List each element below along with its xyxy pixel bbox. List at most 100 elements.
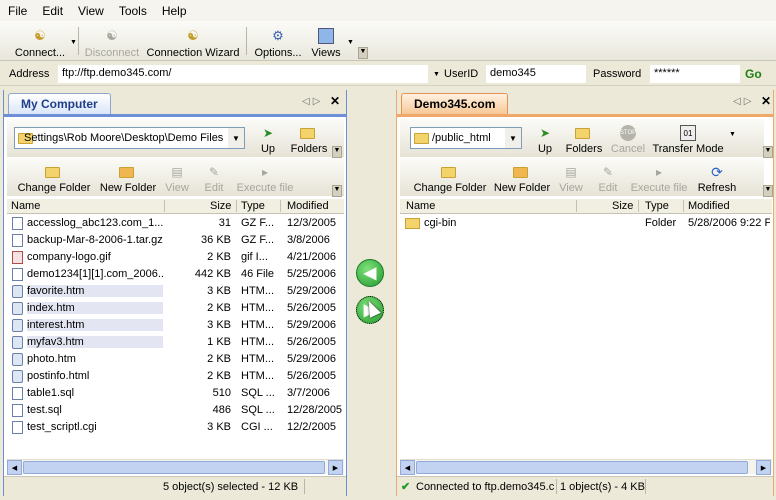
password-label: Password (593, 68, 642, 80)
local-hscrollbar[interactable]: ◀ ▶ (7, 459, 344, 475)
download-arrow-button[interactable]: ◀ (356, 259, 384, 287)
file-row[interactable]: interest.htm 3 KB HTM... 5/29/2006 (7, 317, 344, 334)
scroll-right-icon[interactable]: ▶ (756, 460, 771, 475)
file-type: HTM... (241, 302, 274, 314)
tab-my-computer[interactable]: My Computer (8, 93, 111, 114)
file-row[interactable]: postinfo.html 2 KB HTM... 5/26/2005 (7, 368, 344, 385)
menu-file[interactable]: File (0, 4, 34, 18)
remote-status-bar: ✔ Connected to ftp.demo345.c 1 object(s)… (397, 476, 773, 496)
local-change-folder-button[interactable]: Change Folder (17, 160, 91, 194)
file-row[interactable]: myfav3.htm 1 KB HTM... 5/26/2005 (7, 334, 344, 351)
remote-path-combo[interactable]: /public_html ▼ (410, 127, 522, 149)
options-button[interactable]: ⚙ Options... (252, 23, 304, 59)
local-edit-button[interactable]: ✎ Edit (203, 160, 225, 194)
local-new-folder-button[interactable]: New Folder (99, 160, 157, 194)
new-folder-icon (119, 164, 136, 180)
file-icon (12, 234, 23, 247)
file-row[interactable]: test.sql 486 SQL ... 12/28/2005 (7, 402, 344, 419)
html-file-icon (12, 285, 23, 298)
nav-overflow-icon[interactable]: ▼ (763, 146, 773, 158)
local-execute-button[interactable]: ▸ Execute file (235, 160, 295, 194)
menu-view[interactable]: View (70, 4, 111, 18)
file-row[interactable]: test_scriptl.cgi 3 KB CGI ... 12/2/2005 (7, 419, 344, 436)
execute-icon: ▸ (261, 165, 269, 179)
scroll-left-icon[interactable]: ◀ (7, 460, 22, 475)
disconnect-button[interactable]: ☯ Disconnect (84, 23, 140, 59)
tab-demo345[interactable]: Demo345.com (401, 93, 509, 114)
close-icon[interactable]: ✕ (330, 94, 340, 108)
remote-new-folder-button[interactable]: New Folder (493, 160, 551, 194)
remote-up-button[interactable]: ➤ Up (532, 121, 558, 155)
scroll-right-icon[interactable]: ▶ (328, 460, 343, 475)
file-size: 510 (212, 387, 231, 399)
remote-view-button[interactable]: ▤ View (559, 160, 583, 194)
file-row[interactable]: backup-Mar-8-2006-1.tar.gz 36 KB GZ F... 3/… (7, 232, 344, 249)
change-folder-icon (441, 164, 458, 180)
file-row[interactable]: cgi-bin Folder 5/28/2006 9:22 F (400, 215, 772, 232)
column-modified[interactable]: Modified (287, 200, 329, 212)
toolbar-overflow-icon[interactable]: ▼ (358, 47, 368, 59)
local-folders-button[interactable]: Folders (289, 121, 329, 155)
checkmark-icon: ✔ (401, 481, 411, 493)
folders-icon (300, 125, 317, 141)
file-type: HTM... (241, 285, 274, 297)
column-modified[interactable]: Modified (688, 200, 730, 212)
file-row[interactable]: table1.sql 510 SQL ... 3/7/2006 (7, 385, 344, 402)
file-size: 3 KB (207, 421, 231, 433)
file-row[interactable]: company-logo.gif 2 KB gif I... 4/21/2006 (7, 249, 344, 266)
file-row[interactable]: photo.htm 2 KB HTM... 5/29/2006 (7, 351, 344, 368)
remote-hscrollbar[interactable]: ◀ ▶ (400, 459, 772, 475)
go-button[interactable]: Go (745, 67, 762, 81)
views-dropdown-icon[interactable]: ▼ (347, 39, 354, 46)
gear-icon: ⚙ (272, 28, 284, 43)
chevron-down-icon[interactable]: ▼ (505, 128, 521, 148)
file-modified: 5/25/2006 (287, 268, 336, 280)
connection-wizard-button[interactable]: ☯ Connection Wizard (146, 23, 240, 59)
userid-input[interactable]: demo345 (486, 65, 586, 83)
folders-icon (575, 125, 592, 141)
remote-cancel-button[interactable]: STOP Cancel (610, 121, 646, 155)
view-icon: ▤ (565, 165, 577, 179)
close-icon[interactable]: ✕ (761, 94, 771, 108)
scroll-thumb[interactable] (416, 461, 748, 474)
file-row[interactable]: accesslog_abc123.com_1... 31 GZ F... 12/3/2… (7, 215, 344, 232)
scroll-thumb[interactable] (23, 461, 325, 474)
address-input[interactable]: ftp://ftp.demo345.com/ (58, 65, 428, 83)
file-row[interactable]: favorite.htm 3 KB HTM... 5/29/2006 (7, 283, 344, 300)
local-up-button[interactable]: ➤ Up (255, 121, 281, 155)
local-path-combo[interactable]: Settings\Rob Moore\Desktop\Demo Files ▼ (14, 127, 245, 149)
action-overflow-icon[interactable]: ▼ (763, 185, 773, 197)
menu-tools[interactable]: Tools (111, 4, 154, 18)
connect-button[interactable]: ☯ Connect... (10, 23, 70, 59)
remote-edit-button[interactable]: ✎ Edit (597, 160, 619, 194)
nav-overflow-icon[interactable]: ▼ (332, 146, 342, 158)
refresh-button[interactable]: ⟳ Refresh (696, 160, 738, 195)
remote-folders-button[interactable]: Folders (564, 121, 604, 155)
html-file-icon (12, 370, 23, 383)
chevron-down-icon[interactable]: ▼ (228, 128, 244, 148)
column-type[interactable]: Type (645, 200, 669, 212)
password-input[interactable]: ****** (650, 65, 740, 83)
action-overflow-icon[interactable]: ▼ (332, 185, 342, 197)
remote-execute-button[interactable]: ▸ Execute file (629, 160, 689, 194)
menu-help[interactable]: Help (154, 4, 194, 18)
connect-dropdown-icon[interactable]: ▼ (70, 39, 77, 46)
column-name[interactable]: Name (11, 200, 40, 212)
file-size: 1 KB (207, 336, 231, 348)
column-size[interactable]: Size (612, 200, 633, 212)
column-type[interactable]: Type (241, 200, 265, 212)
menu-edit[interactable]: Edit (34, 4, 70, 18)
remote-change-folder-button[interactable]: Change Folder (413, 160, 487, 194)
address-bar: Address ftp://ftp.demo345.com/ ▼ UserID … (0, 62, 776, 86)
transfer-mode-dropdown-icon[interactable]: ▼ (729, 131, 736, 138)
column-size[interactable]: Size (210, 200, 231, 212)
file-row[interactable]: index.htm 2 KB HTM... 5/26/2005 (7, 300, 344, 317)
local-view-button[interactable]: ▤ View (165, 160, 189, 194)
file-row[interactable]: demo1234[1][1].com_2006... 442 KB 46 File 5… (7, 266, 344, 283)
scroll-left-icon[interactable]: ◀ (400, 460, 415, 475)
tab-scroll-icon[interactable]: ◁▷ (302, 96, 323, 107)
views-button[interactable]: Views (310, 23, 342, 59)
transfer-mode-button[interactable]: 01 Transfer Mode (652, 121, 724, 155)
column-name[interactable]: Name (406, 200, 435, 212)
tab-scroll-icon[interactable]: ◁▷ (733, 96, 754, 107)
